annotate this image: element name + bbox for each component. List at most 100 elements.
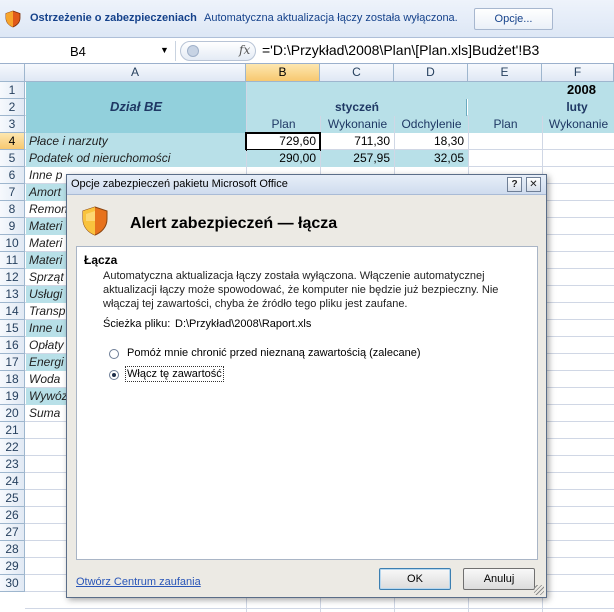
cancel-button[interactable]: Anuluj bbox=[463, 568, 535, 590]
file-path-label: Ścieżka pliku: bbox=[103, 318, 171, 330]
row-label-cell[interactable]: Energi bbox=[26, 354, 66, 371]
row-label-cell[interactable]: Suma bbox=[26, 405, 66, 422]
row-label-cell[interactable]: Materi bbox=[26, 235, 66, 252]
dialog-title-bar[interactable]: Opcje zabezpieczeń pakietu Microsoft Off… bbox=[67, 175, 546, 195]
cell-c5[interactable]: 257,95 bbox=[321, 150, 394, 167]
shield-warning-icon bbox=[82, 206, 108, 236]
row-header[interactable]: 18 bbox=[0, 371, 25, 388]
security-warning-message: Automatyczna aktualizacja łączy została … bbox=[204, 12, 458, 24]
cell-c4[interactable]: 711,30 bbox=[321, 133, 394, 150]
row-label-cell[interactable]: Amort bbox=[26, 184, 66, 201]
subheader-plan-2[interactable]: Plan bbox=[469, 116, 542, 133]
row-header[interactable]: 12 bbox=[0, 269, 25, 286]
row-header[interactable]: 13 bbox=[0, 286, 25, 303]
shield-warning-icon bbox=[5, 10, 21, 28]
row-label-cell[interactable]: Wywóz bbox=[26, 388, 66, 405]
chevron-down-icon[interactable]: ▼ bbox=[160, 45, 169, 55]
dialog-header: Alert zabezpieczeń — łącza bbox=[68, 196, 545, 242]
row-header[interactable]: 21 bbox=[0, 422, 25, 439]
row-label-cell[interactable]: Remon bbox=[26, 201, 66, 218]
row-header[interactable]: 28 bbox=[0, 541, 25, 558]
year-label: 2008 bbox=[567, 82, 596, 97]
security-warning-title: Ostrzeżenie o zabezpieczeniach bbox=[30, 12, 197, 24]
month2-label: luty bbox=[566, 100, 588, 114]
row-label-cell[interactable]: Transp bbox=[26, 303, 66, 320]
month1-cell[interactable]: styczeń bbox=[247, 99, 467, 116]
formula-controls: fx bbox=[180, 41, 256, 61]
row-header[interactable]: 25 bbox=[0, 490, 25, 507]
radio-protect[interactable] bbox=[109, 349, 119, 359]
row-label-cell[interactable]: Materi bbox=[26, 218, 66, 235]
row-header[interactable]: 3 bbox=[0, 116, 25, 133]
row-label-cell[interactable]: Opłaty bbox=[26, 337, 66, 354]
row-header[interactable]: 14 bbox=[0, 303, 25, 320]
row-header[interactable]: 6 bbox=[0, 167, 25, 184]
year-header-cell[interactable]: 2008 bbox=[247, 82, 614, 99]
row-header[interactable]: 19 bbox=[0, 388, 25, 405]
row-header[interactable]: 15 bbox=[0, 320, 25, 337]
row-header[interactable]: 11 bbox=[0, 252, 25, 269]
close-button[interactable]: ✕ bbox=[526, 177, 541, 192]
row-header[interactable]: 20 bbox=[0, 405, 25, 422]
trust-center-link[interactable]: Otwórz Centrum zaufania bbox=[76, 576, 201, 588]
row-label-cell[interactable]: Płace i narzuty bbox=[26, 133, 246, 150]
row-header[interactable]: 16 bbox=[0, 337, 25, 354]
row-label-cell[interactable]: Podatek od nieruchomości bbox=[26, 150, 246, 167]
name-box-value: B4 bbox=[70, 44, 86, 59]
column-header-a[interactable]: A bbox=[25, 64, 246, 82]
radio-protect-label[interactable]: Pomóż mnie chronić przed nieznaną zawart… bbox=[127, 347, 420, 359]
row-header[interactable]: 9 bbox=[0, 218, 25, 235]
name-box[interactable]: B4 ▼ bbox=[0, 41, 176, 61]
subheader-odchylenie[interactable]: Odchylenie bbox=[395, 116, 468, 133]
file-path-value: D:\Przykład\2008\Raport.xls bbox=[175, 318, 312, 330]
security-warning-bar: Ostrzeżenie o zabezpieczeniach Automatyc… bbox=[0, 0, 614, 38]
row-header[interactable]: 4 bbox=[0, 133, 25, 150]
help-button[interactable]: ? bbox=[507, 177, 522, 192]
row-label-cell[interactable]: Sprząt bbox=[26, 269, 66, 286]
column-header-b[interactable]: B bbox=[246, 64, 320, 82]
row-header[interactable]: 23 bbox=[0, 456, 25, 473]
radio-enable[interactable] bbox=[109, 370, 119, 380]
dialog-title: Opcje zabezpieczeń pakietu Microsoft Off… bbox=[71, 178, 288, 190]
row-label-cell[interactable]: Materi bbox=[26, 252, 66, 269]
cell-d4[interactable]: 18,30 bbox=[395, 133, 468, 150]
month2-cell[interactable]: luty bbox=[468, 99, 614, 116]
row-header[interactable]: 7 bbox=[0, 184, 25, 201]
row-header[interactable]: 1 bbox=[0, 82, 25, 99]
row-header[interactable]: 30 bbox=[0, 575, 25, 592]
row-header[interactable]: 2 bbox=[0, 99, 25, 116]
subheader-plan[interactable]: Plan bbox=[247, 116, 320, 133]
column-header-e[interactable]: E bbox=[468, 64, 542, 82]
resize-grip-icon[interactable] bbox=[187, 45, 199, 57]
resize-grip-icon[interactable] bbox=[534, 585, 544, 595]
row-header[interactable]: 17 bbox=[0, 354, 25, 371]
dialog-content-panel: Łącza Automatyczna aktualizacja łączy zo… bbox=[76, 246, 538, 560]
options-button[interactable]: Opcje... bbox=[474, 8, 553, 30]
row-label-cell[interactable]: Usługi bbox=[26, 286, 66, 303]
ok-button[interactable]: OK bbox=[379, 568, 451, 590]
column-header-c[interactable]: C bbox=[320, 64, 394, 82]
row-header[interactable]: 27 bbox=[0, 524, 25, 541]
cell-b5[interactable]: 290,00 bbox=[247, 150, 320, 167]
insert-function-icon[interactable]: fx bbox=[239, 43, 250, 57]
row-header[interactable]: 8 bbox=[0, 201, 25, 218]
select-all-corner[interactable] bbox=[0, 64, 25, 82]
subheader-wykonanie-2[interactable]: Wykonanie bbox=[543, 116, 614, 133]
row-label-cell[interactable]: Inne p bbox=[26, 167, 66, 184]
row-header[interactable]: 5 bbox=[0, 150, 25, 167]
dialog-heading: Alert zabezpieczeń — łącza bbox=[130, 215, 338, 232]
row-header[interactable]: 24 bbox=[0, 473, 25, 490]
row-header[interactable]: 10 bbox=[0, 235, 25, 252]
subheader-wykonanie[interactable]: Wykonanie bbox=[321, 116, 394, 133]
radio-enable-label[interactable]: Włącz tę zawartość bbox=[125, 366, 224, 382]
header-cell-a1[interactable]: Dział BE bbox=[26, 82, 246, 133]
row-header[interactable]: 26 bbox=[0, 507, 25, 524]
row-label-cell[interactable]: Woda bbox=[26, 371, 66, 388]
formula-input[interactable]: ='D:\Przykład\2008\Plan\[Plan.xls]Budżet… bbox=[262, 42, 539, 58]
cell-d5[interactable]: 32,05 bbox=[395, 150, 468, 167]
row-header[interactable]: 29 bbox=[0, 558, 25, 575]
row-header[interactable]: 22 bbox=[0, 439, 25, 456]
column-header-f[interactable]: F bbox=[542, 64, 614, 82]
column-header-d[interactable]: D bbox=[394, 64, 468, 82]
row-label-cell[interactable]: Inne u bbox=[26, 320, 66, 337]
